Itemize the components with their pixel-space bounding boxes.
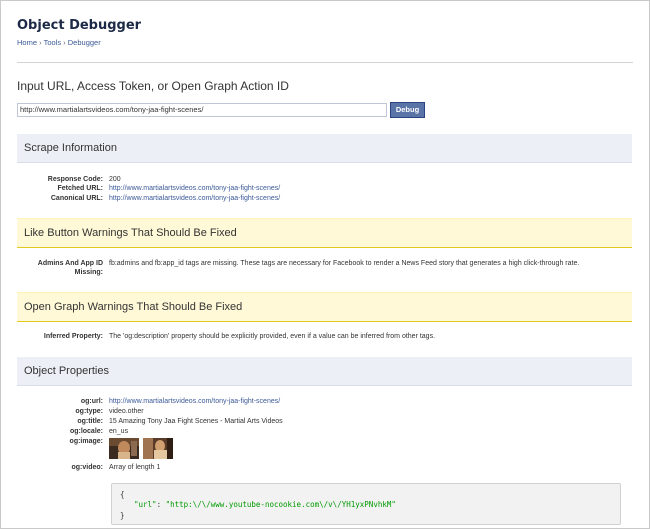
inferred-property-value: The 'og:description' property should be … bbox=[109, 333, 436, 340]
code-close-brace: } bbox=[120, 511, 125, 520]
code-open-brace: { bbox=[120, 490, 125, 499]
og-video-code-block: { "url": "http:\/\/www.youtube-nocookie.… bbox=[111, 483, 621, 525]
og-type-label: og:type: bbox=[75, 408, 103, 415]
scrape-row-response-code: Response Code: 200 bbox=[1, 175, 641, 184]
og-title-row: og:title: 15 Amazing Tony Jaa Fight Scen… bbox=[1, 417, 641, 426]
og-locale-value: en_us bbox=[109, 428, 129, 435]
breadcrumb-tools[interactable]: Tools bbox=[44, 38, 62, 47]
og-title-value: 15 Amazing Tony Jaa Fight Scenes - Marti… bbox=[109, 418, 283, 425]
code-colon: : bbox=[156, 500, 166, 509]
input-prompt: Input URL, Access Token, or Open Graph A… bbox=[17, 79, 289, 93]
breadcrumb-home[interactable]: Home bbox=[17, 38, 37, 47]
og-image-label: og:image: bbox=[69, 438, 103, 445]
fetched-url-link[interactable]: http://www.martialartsvideos.com/tony-ja… bbox=[109, 184, 280, 193]
og-type-row: og:type: video.other bbox=[1, 407, 641, 416]
header-divider bbox=[17, 62, 633, 63]
url-input[interactable]: http://www.martialartsvideos.com/tony-ja… bbox=[17, 103, 387, 117]
response-code-label: Response Code: bbox=[47, 176, 103, 183]
scrape-row-canonical-url: Canonical URL: http://www.martialartsvid… bbox=[1, 194, 641, 203]
breadcrumb: Home › Tools › Debugger bbox=[17, 38, 141, 47]
breadcrumb-separator: › bbox=[39, 38, 42, 47]
response-code-value: 200 bbox=[109, 176, 121, 183]
debug-button[interactable]: Debug bbox=[390, 102, 425, 118]
like-warnings-heading: Like Button Warnings That Should Be Fixe… bbox=[17, 218, 632, 248]
admins-app-id-value: fb:admins and fb:app_id tags are missing… bbox=[109, 260, 580, 267]
og-video-value: Array of length 1 bbox=[109, 464, 161, 471]
page-title: Object Debugger bbox=[17, 18, 142, 33]
code-key: "url" bbox=[134, 500, 157, 509]
canonical-url-link[interactable]: http://www.martialartsvideos.com/tony-ja… bbox=[109, 194, 280, 203]
like-warning-row: Admins And App ID Missing: fb:admins and… bbox=[1, 259, 641, 277]
fetched-url-label: Fetched URL: bbox=[57, 185, 104, 192]
og-video-label: og:video: bbox=[71, 464, 104, 471]
admins-app-id-label-line1: Admins And App ID bbox=[37, 260, 103, 267]
page-header: Object Debugger Home › Tools › Debugger bbox=[17, 18, 141, 47]
og-locale-label: og:locale: bbox=[69, 428, 103, 435]
breadcrumb-separator: › bbox=[63, 38, 66, 47]
og-image-thumbnail-2[interactable] bbox=[143, 438, 173, 459]
og-image-thumbnail-1[interactable] bbox=[109, 438, 139, 459]
og-url-label: og:url: bbox=[80, 398, 103, 405]
scrape-row-fetched-url: Fetched URL: http://www.martialartsvideo… bbox=[1, 184, 641, 193]
code-value: "http:\/\/www.youtube-nocookie.com\/v\/Y… bbox=[165, 500, 396, 509]
og-image-row: og:image: bbox=[1, 437, 641, 446]
debugger-panel: Object Debugger Home › Tools › Debugger … bbox=[0, 0, 650, 529]
inferred-property-label: Inferred Property: bbox=[43, 333, 103, 340]
og-title-label: og:title: bbox=[77, 418, 103, 425]
admins-app-id-label: Admins And App ID Missing: bbox=[1, 259, 103, 277]
admins-app-id-label-line2: Missing: bbox=[74, 269, 103, 276]
code-line: "url": "http:\/\/www.youtube-nocookie.co… bbox=[134, 500, 396, 509]
breadcrumb-debugger[interactable]: Debugger bbox=[68, 38, 101, 47]
og-type-value: video.other bbox=[109, 408, 144, 415]
og-warning-row: Inferred Property: The 'og:description' … bbox=[1, 332, 641, 341]
og-url-link[interactable]: http://www.martialartsvideos.com/tony-ja… bbox=[109, 397, 280, 406]
og-warnings-heading: Open Graph Warnings That Should Be Fixed bbox=[17, 292, 632, 322]
og-url-row: og:url: http://www.martialartsvideos.com… bbox=[1, 397, 641, 406]
object-properties-heading: Object Properties bbox=[17, 357, 632, 386]
scrape-section-heading: Scrape Information bbox=[17, 134, 632, 163]
canonical-url-label: Canonical URL: bbox=[50, 195, 103, 202]
og-video-row: og:video: Array of length 1 bbox=[1, 463, 641, 472]
og-locale-row: og:locale: en_us bbox=[1, 427, 641, 436]
